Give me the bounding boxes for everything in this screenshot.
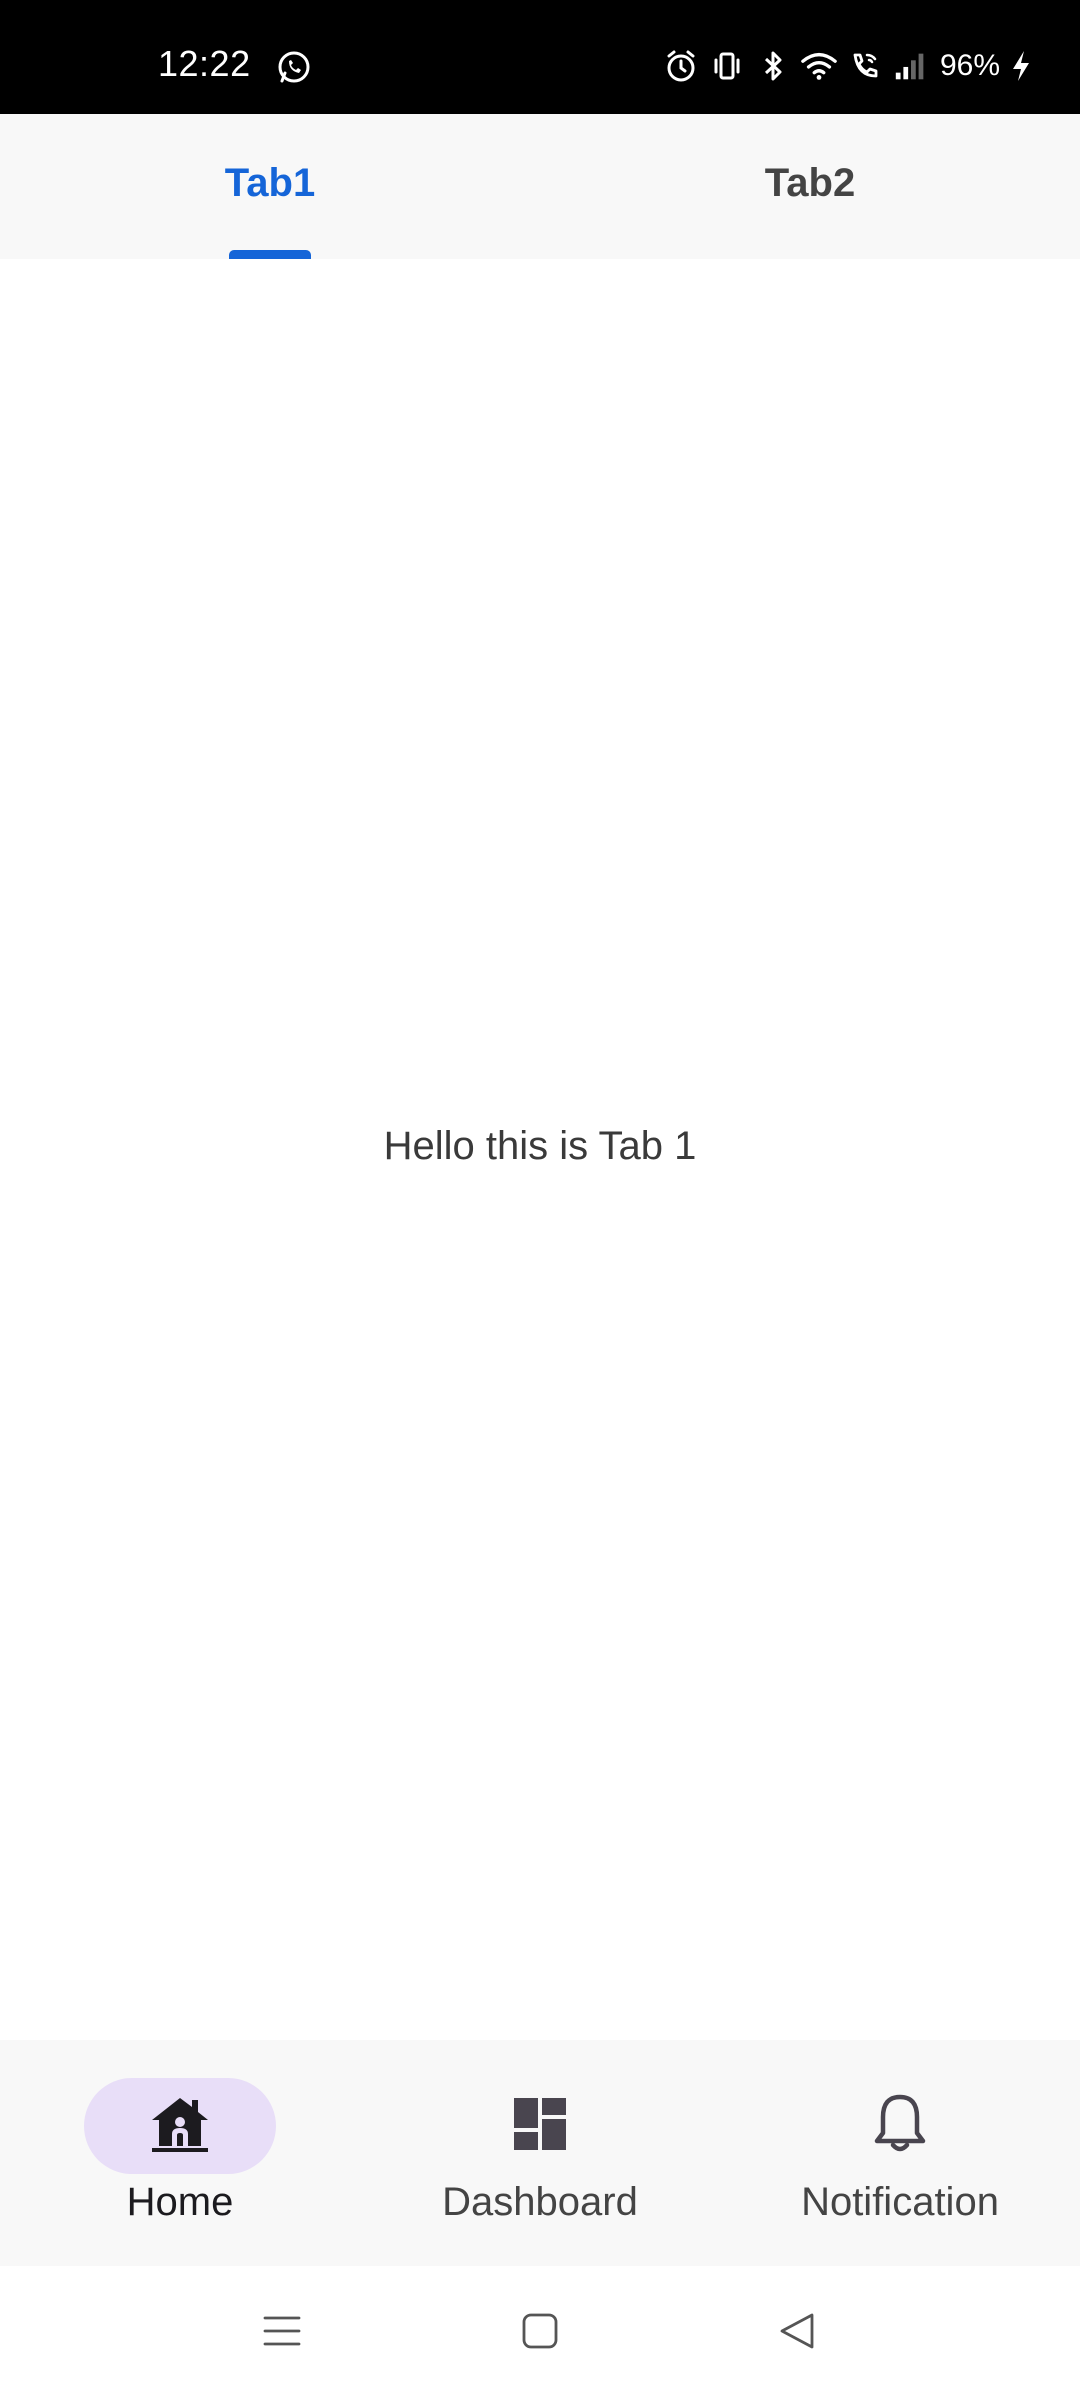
nav-notification-label: Notification (801, 2180, 999, 2224)
status-time: 12:22 (158, 43, 251, 84)
nav-dashboard-label: Dashboard (442, 2180, 638, 2224)
wifi-calling-icon (846, 47, 884, 85)
dashboard-icon (512, 2096, 568, 2157)
nav-item-notification[interactable]: Notification (720, 2040, 1080, 2266)
battery-percentage: 96% (939, 49, 1000, 82)
status-bar: 12:22 96% (0, 0, 1080, 114)
back-button[interactable] (776, 2311, 820, 2355)
back-triangle-icon (778, 2311, 818, 2356)
menu-icon (262, 2311, 302, 2356)
recent-apps-button[interactable] (260, 2311, 304, 2355)
tab-1-label: Tab1 (224, 161, 316, 205)
bell-icon (870, 2091, 930, 2162)
nav-home-indicator (84, 2078, 276, 2174)
whatsapp-icon (276, 49, 312, 85)
nav-dashboard-indicator (444, 2078, 636, 2174)
home-icon (148, 2094, 212, 2159)
tab-1[interactable]: Tab1 (0, 114, 540, 259)
nav-item-home[interactable]: Home (0, 2040, 360, 2266)
bluetooth-icon (754, 47, 792, 85)
tab-selected-indicator (229, 250, 311, 259)
tab-2-label: Tab2 (764, 161, 856, 205)
wifi-icon (800, 47, 838, 85)
tab-bar: Tab1 Tab2 (0, 114, 1080, 259)
bottom-navigation-bar: Home Dashboard Notification (0, 2040, 1080, 2266)
tab-content-text: Hello this is Tab 1 (383, 1124, 697, 1168)
status-icons: 96% (654, 46, 1040, 86)
vibrate-icon (708, 47, 746, 85)
nav-home-label: Home (126, 2180, 234, 2224)
nav-notification-indicator (804, 2078, 996, 2174)
signal-icon (892, 47, 930, 85)
nav-item-dashboard[interactable]: Dashboard (360, 2040, 720, 2266)
system-navigation-bar (0, 2266, 1080, 2400)
square-icon (520, 2311, 560, 2356)
charging-icon (1002, 47, 1040, 85)
home-system-button[interactable] (518, 2311, 562, 2355)
tab-2[interactable]: Tab2 (540, 114, 1080, 259)
alarm-icon (662, 47, 700, 85)
